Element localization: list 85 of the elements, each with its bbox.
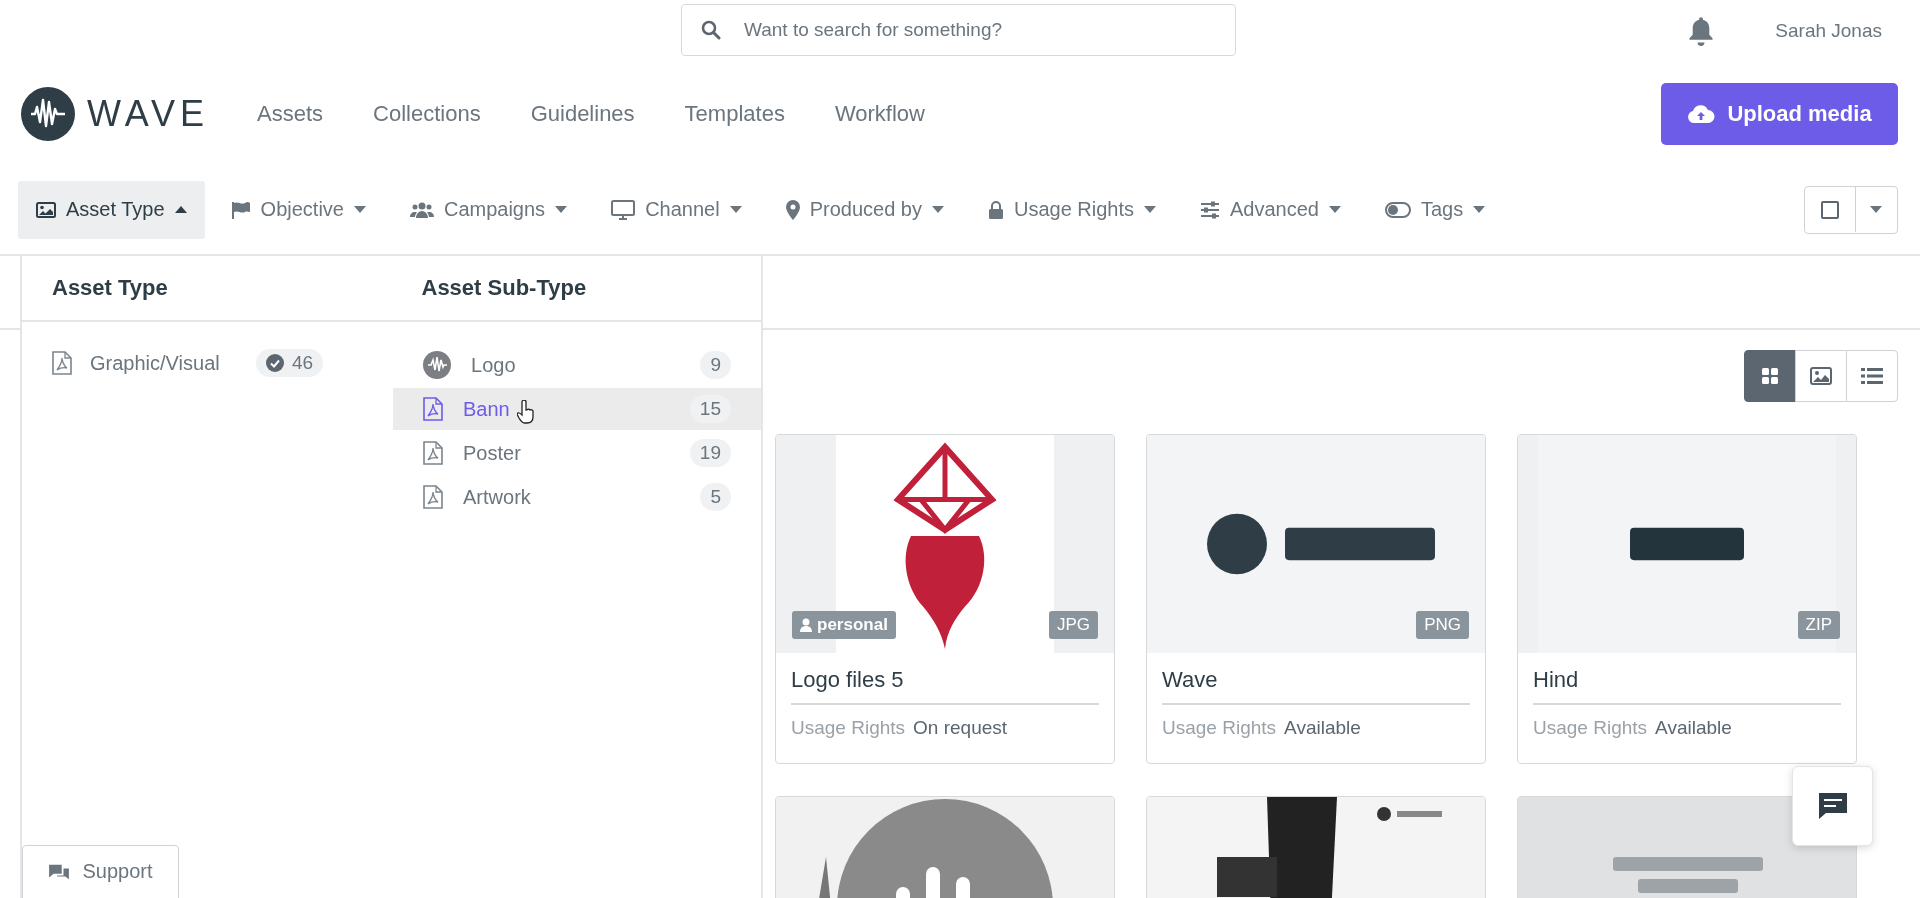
caret-down-icon — [729, 206, 742, 213]
caret-down-icon — [353, 206, 366, 213]
nav-link[interactable]: Templates — [684, 100, 785, 127]
lock-icon — [987, 200, 1004, 219]
filter-dropdown[interactable]: Tags — [1366, 180, 1504, 239]
caret-down-icon — [1144, 206, 1156, 213]
column-heading: Asset Type — [51, 275, 169, 301]
grid-view-button[interactable] — [1744, 350, 1796, 402]
filter-dropdown[interactable]: Advanced — [1182, 180, 1359, 239]
format-badge: JPG — [1048, 611, 1098, 639]
filter-dropdown[interactable]: Usage Rights — [969, 180, 1174, 239]
hand-cursor-icon — [517, 400, 536, 424]
rights-value: Available — [1655, 717, 1732, 739]
type-option[interactable]: Graphic/Visual 46 — [52, 342, 394, 384]
grid-icon — [1761, 367, 1779, 385]
file-icon — [423, 441, 444, 465]
count-badge: 46 — [255, 349, 324, 377]
tag-badge: personal — [792, 611, 896, 639]
rights-value: On request — [913, 717, 1008, 739]
file-icon — [423, 397, 444, 421]
select-split-button[interactable] — [1804, 185, 1898, 234]
sliders-icon — [1200, 200, 1220, 219]
chat-button[interactable] — [1792, 766, 1873, 846]
wave-icon — [423, 351, 452, 379]
list-view-button[interactable] — [1846, 350, 1898, 402]
nav-link[interactable]: Workflow — [834, 100, 925, 127]
rights-value: Available — [1284, 717, 1361, 739]
card-title: Hind — [1533, 653, 1841, 705]
caret-down-icon — [931, 206, 944, 213]
filter-dropdown[interactable]: Asset Type — [18, 180, 205, 239]
users-icon — [409, 200, 434, 219]
subtype-option[interactable]: Poster 19 — [393, 432, 761, 474]
format-badge: PNG — [1416, 611, 1469, 639]
card-title: Wave — [1162, 653, 1470, 705]
support-button[interactable]: Support — [22, 845, 179, 898]
count-badge: 15 — [689, 395, 731, 423]
search-icon — [701, 20, 721, 40]
nav-link[interactable]: Assets — [257, 100, 324, 127]
filter-dropdown[interactable]: Channel — [593, 180, 760, 239]
cloud-upload-icon — [1687, 103, 1716, 124]
search-field[interactable]: Want to search for something? — [681, 4, 1236, 56]
monitor-icon — [611, 199, 636, 220]
column-heading: Asset Sub-Type — [420, 275, 588, 301]
comments-icon — [48, 862, 71, 881]
rights-label: Usage Rights — [1162, 717, 1277, 739]
toggle-icon — [1384, 201, 1411, 218]
image-icon — [1810, 367, 1832, 385]
filter-dropdown[interactable]: Produced by — [767, 180, 962, 239]
file-icon — [52, 351, 72, 375]
subtype-option[interactable]: Bann 15 — [393, 388, 761, 430]
format-badge: ZIP — [1797, 611, 1840, 639]
image-icon — [36, 201, 56, 218]
check-circle-icon — [265, 354, 284, 372]
nav-link[interactable]: Guidelines — [530, 100, 635, 127]
count-badge: 5 — [700, 483, 731, 511]
count-badge: 19 — [689, 439, 731, 467]
checkbox[interactable] — [1821, 200, 1839, 219]
subtype-option[interactable]: Artwork 5 — [393, 476, 761, 518]
user-name[interactable]: Sarah Jonas — [1775, 20, 1882, 42]
caret-up-icon — [174, 206, 187, 213]
caret-down-icon — [1473, 206, 1486, 213]
image-view-button[interactable] — [1795, 350, 1847, 402]
file-icon — [423, 485, 444, 509]
chat-icon — [1817, 792, 1848, 820]
filter-dropdown[interactable]: Objective — [212, 180, 384, 239]
card-title: Logo files 5 — [791, 653, 1099, 705]
bell-icon[interactable] — [1687, 16, 1716, 46]
nav-link[interactable]: Collections — [373, 100, 481, 127]
logo-icon — [21, 86, 75, 141]
map-pin-icon — [785, 199, 800, 220]
filter-dropdown[interactable]: Campaigns — [391, 180, 586, 239]
upload-button[interactable]: Upload media — [1661, 82, 1898, 145]
caret-down-icon — [1328, 206, 1341, 213]
subtype-option[interactable]: Logo 9 — [393, 344, 761, 386]
list-icon — [1861, 367, 1883, 385]
asset-card[interactable]: ZIP Hind Usage Rights Available — [1517, 434, 1857, 764]
count-badge: 9 — [700, 351, 731, 379]
asset-card[interactable]: personal JPG Logo files 5 Usage Rights On request — [775, 434, 1115, 764]
caret-down-icon — [555, 206, 568, 213]
flag-icon — [230, 200, 251, 219]
rights-label: Usage Rights — [791, 717, 906, 739]
asset-card[interactable]: PNG Wave Usage Rights Available — [1146, 434, 1486, 764]
user-icon — [800, 618, 812, 632]
logo-text: WAVE — [87, 92, 209, 135]
rights-label: Usage Rights — [1533, 717, 1648, 739]
